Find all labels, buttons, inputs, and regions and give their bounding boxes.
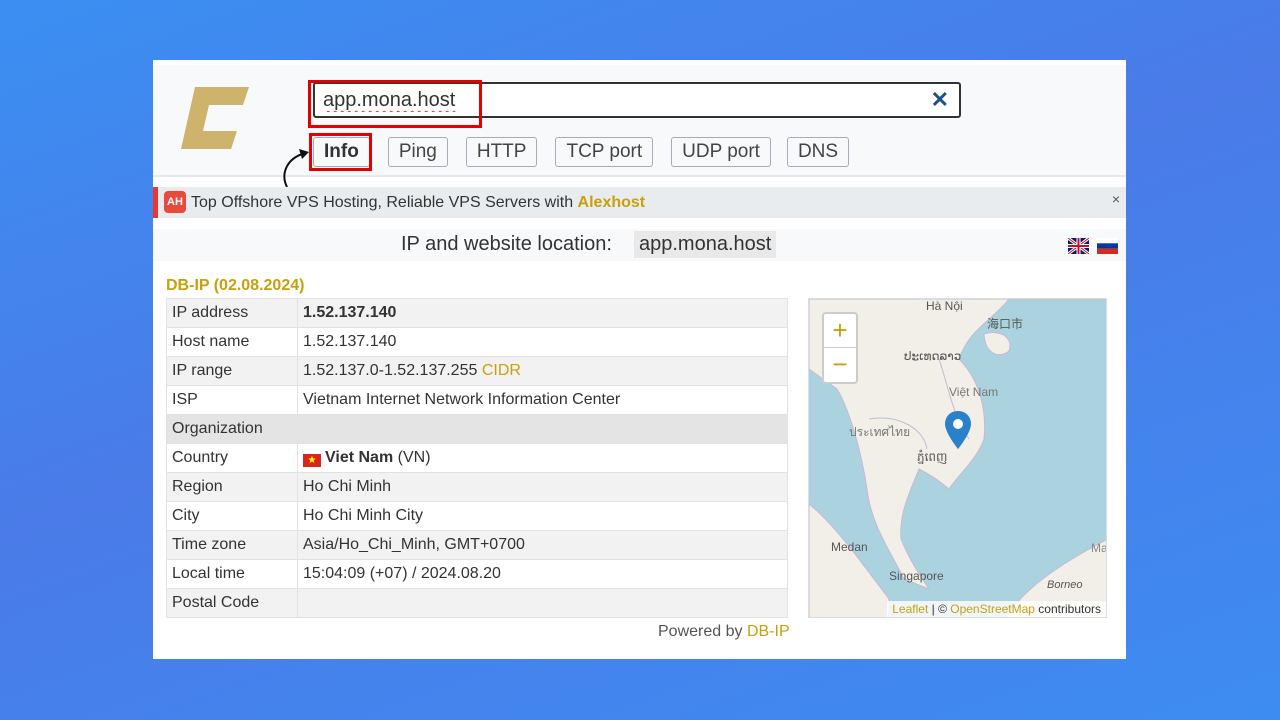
powered-by: Powered by DB-IP	[658, 623, 790, 640]
map-label: Medan	[831, 540, 868, 554]
row-value: Asia/Ho_Chi_Minh, GMT+0700	[297, 530, 788, 560]
row-key: Postal Code	[166, 588, 298, 618]
table-row: Host name 1.52.137.140	[166, 327, 788, 357]
arrow-annotation	[283, 149, 309, 188]
osm-link[interactable]: OpenStreetMap	[950, 602, 1035, 616]
header: ✕ Info Ping HTTP TCP port UDP port DNS	[153, 65, 1126, 188]
page-card: ✕ Info Ping HTTP TCP port UDP port DNS A…	[153, 60, 1126, 659]
logo	[181, 87, 249, 149]
tab-ping[interactable]: Ping	[387, 137, 448, 167]
tab-http[interactable]: HTTP	[465, 137, 538, 167]
tab-dns[interactable]: DNS	[786, 137, 850, 167]
map-label: ประเทศไทย	[849, 425, 911, 439]
row-key: Country	[166, 443, 298, 473]
ad-text[interactable]: Top Offshore VPS Hosting, Reliable VPS S…	[191, 187, 645, 218]
close-icon[interactable]: ✕	[931, 87, 949, 113]
row-value	[297, 414, 788, 444]
row-key: Region	[166, 472, 298, 502]
map-label: Việt Nam	[949, 385, 999, 399]
row-value: Ho Chi Minh	[297, 472, 788, 502]
row-value: ★ Viet Nam (VN)	[297, 443, 788, 473]
zoom-in-button[interactable]: +	[824, 314, 856, 348]
row-value	[297, 588, 788, 618]
map-label: Borneo	[1047, 579, 1083, 591]
table-row: Postal Code	[166, 588, 788, 618]
map-label: Mal	[1091, 541, 1106, 555]
row-key: IP address	[166, 298, 298, 328]
highlight-box	[309, 133, 372, 171]
cidr-link[interactable]: CIDR	[482, 362, 521, 379]
dbip-link[interactable]: DB-IP	[747, 623, 790, 640]
ad-banner[interactable]: AH Top Offshore VPS Hosting, Reliable VP…	[153, 187, 1126, 218]
row-value: Ho Chi Minh City	[297, 501, 788, 531]
leaflet-link[interactable]: Leaflet	[892, 602, 928, 616]
table-row: City Ho Chi Minh City	[166, 501, 788, 531]
table-row: Country ★ Viet Nam (VN)	[166, 443, 788, 473]
row-key: IP range	[166, 356, 298, 386]
map-label: Singapore	[889, 569, 944, 583]
close-icon[interactable]: ×	[1112, 184, 1120, 215]
map-label: Hà Nội	[926, 299, 963, 313]
map-label: ປະເທດລາວ	[904, 349, 962, 363]
vietnam-flag-icon: ★	[303, 454, 321, 467]
row-key: Time zone	[166, 530, 298, 560]
row-key: Host name	[166, 327, 298, 357]
row-key: Organization	[166, 414, 298, 444]
zoom-control: + −	[822, 312, 858, 384]
zoom-out-button[interactable]: −	[824, 348, 856, 382]
table-row: Organization	[166, 414, 788, 444]
tab-udp-port[interactable]: UDP port	[671, 137, 771, 167]
row-key: ISP	[166, 385, 298, 415]
source-label: DB-IP (02.08.2024)	[166, 277, 305, 294]
title-bar: IP and website location: app.mona.host	[153, 229, 1126, 261]
row-value: 1.52.137.140	[297, 327, 788, 357]
highlight-box	[308, 80, 482, 128]
tab-tcp-port[interactable]: TCP port	[555, 137, 654, 167]
table-row: ISP Vietnam Internet Network Information …	[166, 385, 788, 415]
location-map[interactable]: Hà Nội 海口市 ປະເທດລາວ Việt Nam ประเทศไทย ភ…	[808, 298, 1107, 618]
table-row: Time zone Asia/Ho_Chi_Minh, GMT+0700	[166, 530, 788, 560]
row-key: City	[166, 501, 298, 531]
row-value: 1.52.137.140	[297, 298, 788, 328]
row-value: Vietnam Internet Network Information Cen…	[297, 385, 788, 415]
host-value: app.mona.host	[634, 231, 777, 258]
table-row: Local time 15:04:09 (+07) / 2024.08.20	[166, 559, 788, 589]
row-key: Local time	[166, 559, 298, 589]
table-row: Region Ho Chi Minh	[166, 472, 788, 502]
table-row: IP range 1.52.137.0-1.52.137.255 CIDR	[166, 356, 788, 386]
page-title: IP and website location:	[401, 233, 612, 255]
row-value: 1.52.137.0-1.52.137.255 CIDR	[297, 356, 788, 386]
alexhost-icon: AH	[164, 191, 186, 213]
table-row: IP address 1.52.137.140	[166, 298, 788, 328]
uk-flag-icon[interactable]	[1068, 238, 1089, 254]
tool-tabs: Info Ping HTTP TCP port UDP port DNS	[313, 137, 850, 167]
map-attribution: Leaflet | © OpenStreetMap contributors	[887, 601, 1106, 617]
ru-flag-icon[interactable]	[1097, 238, 1118, 254]
ip-info-table: IP address 1.52.137.140 Host name 1.52.137…	[166, 298, 788, 618]
map-label: 海口市	[987, 317, 1024, 331]
map-label: ភ្នំពេញ	[917, 450, 948, 464]
row-value: 15:04:09 (+07) / 2024.08.20	[297, 559, 788, 589]
